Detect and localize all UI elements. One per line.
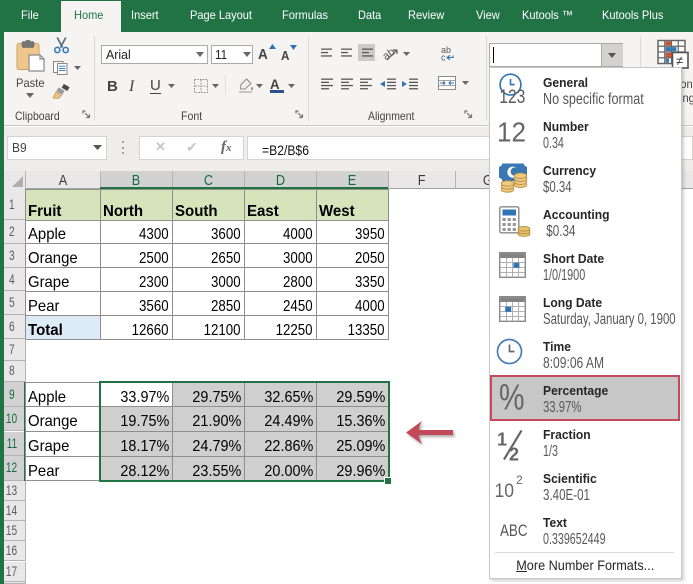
svg-text:12: 12 <box>497 117 526 146</box>
svg-text:≠: ≠ <box>676 53 683 68</box>
svg-text:2: 2 <box>516 473 523 487</box>
svg-text:1: 1 <box>497 430 507 450</box>
svg-text:123: 123 <box>499 87 525 105</box>
svg-text:%: % <box>499 382 525 412</box>
svg-text:ab: ab <box>383 46 397 62</box>
svg-text:c: c <box>441 53 446 62</box>
svg-text:ABC: ABC <box>500 522 528 538</box>
svg-text:10: 10 <box>495 481 515 500</box>
